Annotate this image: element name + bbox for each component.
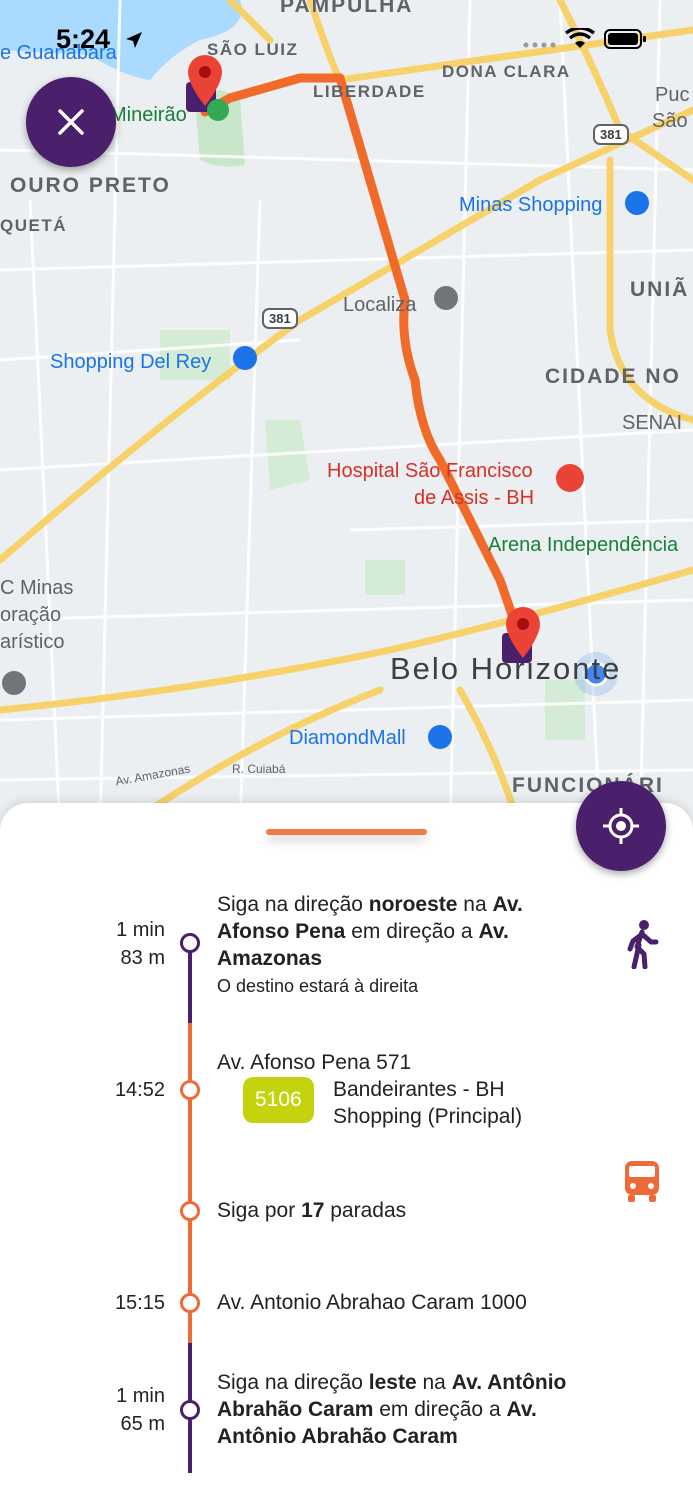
poi-label: arístico <box>0 631 65 653</box>
street-text: Av. Antônio <box>451 1371 567 1394</box>
instruction-text: Siga na direção <box>217 893 369 916</box>
poi-label: Shopping Del Rey <box>50 351 212 373</box>
instruction-text: paradas <box>324 1199 407 1222</box>
district-label: QUETÁ <box>0 216 67 235</box>
district-label: OURO PRETO <box>10 174 171 197</box>
directions-sheet[interactable]: 1 min 83 m Siga na direção noroeste na A… <box>0 803 693 1500</box>
timeline-node <box>180 1400 200 1420</box>
street-text: Av. <box>506 1398 537 1421</box>
board-time: 14:52 <box>114 1079 165 1101</box>
alight-time: 15:15 <box>114 1292 165 1314</box>
distance-text: 83 m <box>120 947 165 969</box>
destination-note: O destino estará à direita <box>217 976 419 996</box>
poi-label: Puc <box>655 84 690 106</box>
poi-label: de Assis - BH <box>414 487 535 509</box>
destination-line: Shopping (Principal) <box>333 1105 523 1128</box>
board-stop: Av. Afonso Pena 571 <box>217 1051 412 1074</box>
signal-icon <box>523 42 556 48</box>
distance-text: 65 m <box>120 1413 165 1435</box>
timeline-node <box>180 933 200 953</box>
highway-shield: 381 <box>593 124 629 145</box>
close-button[interactable] <box>26 77 116 167</box>
poi-label: Minas Shopping <box>459 194 603 216</box>
my-location-button[interactable] <box>576 781 666 871</box>
poi-label: oração <box>0 604 62 626</box>
location-arrow-icon <box>126 32 142 48</box>
ride-stops: Siga por 17 paradas <box>217 1197 406 1224</box>
poi-label: Hospital São Francisco <box>327 460 533 482</box>
instruction-text: na <box>457 893 493 916</box>
instruction-text: na <box>416 1371 452 1394</box>
poi-label: Mineirão <box>110 104 187 126</box>
highway-shield: 381 <box>262 308 298 329</box>
poi-label: Localiza <box>343 294 417 316</box>
street-text: Av. <box>492 893 523 916</box>
instruction-text: em direção a <box>373 1398 507 1421</box>
street-text: Av. <box>478 920 509 943</box>
step-duration: 1 min 65 m <box>95 1382 165 1438</box>
street-text: Amazonas <box>217 947 323 970</box>
poi-label: SENAI <box>622 412 683 434</box>
close-icon <box>58 109 84 135</box>
wifi-icon <box>565 28 595 48</box>
duration-text: 1 min <box>116 1385 165 1407</box>
direction-text: leste <box>368 1371 417 1394</box>
stop-count: 17 <box>301 1199 325 1222</box>
bus-line-badge: 5106 <box>243 1077 314 1123</box>
district-label: PAMPULHA <box>280 0 414 17</box>
walk-icon <box>627 920 659 969</box>
district-label: CIDADE NO <box>545 365 681 388</box>
destination-line: Bandeirantes - BH <box>333 1078 505 1101</box>
street-text: Antônio Abrahão Caram <box>217 1425 458 1448</box>
walk-segment <box>188 948 192 1023</box>
street-text: Abrahão Caram <box>217 1398 374 1421</box>
district-label: UNIÃ <box>630 278 690 301</box>
status-time: 5:24 <box>56 24 111 54</box>
bus-icon <box>625 1161 659 1202</box>
bus-destination: Bandeirantes - BH Shopping (Principal) <box>333 1076 522 1130</box>
poi-label: C Minas <box>0 577 74 599</box>
instruction-text: Siga na direção <box>217 1371 369 1394</box>
walk-instruction: Siga na direção noroeste na Av. Afonso P… <box>217 891 597 1000</box>
city-label: Belo Horizonte <box>390 651 622 686</box>
sheet-drag-handle[interactable] <box>266 829 427 835</box>
step-duration: 1 min 83 m <box>95 916 165 972</box>
my-location-icon <box>603 808 639 844</box>
instruction-text: Siga por <box>217 1199 302 1222</box>
street-label: R. Cuiabá <box>232 762 286 776</box>
battery-icon <box>604 29 646 49</box>
poi-label: Arena Independência <box>488 534 679 556</box>
district-label: DONA CLARA <box>442 62 571 81</box>
timeline-node <box>180 1080 200 1100</box>
instruction-text: em direção a <box>345 920 479 943</box>
poi-label: DiamondMall <box>289 727 406 749</box>
walk-instruction: Siga na direção leste na Av. Antônio Abr… <box>217 1369 637 1450</box>
status-bar: 5:24 <box>0 22 693 62</box>
timeline-node <box>180 1201 200 1221</box>
alight-stop: Av. Antonio Abrahao Caram 1000 <box>217 1291 527 1314</box>
duration-text: 1 min <box>116 919 165 941</box>
timeline-node <box>180 1293 200 1313</box>
district-label: LIBERDADE <box>313 82 426 101</box>
street-text: Afonso Pena <box>217 920 346 943</box>
poi-label: São <box>652 110 688 132</box>
direction-text: noroeste <box>368 893 458 916</box>
